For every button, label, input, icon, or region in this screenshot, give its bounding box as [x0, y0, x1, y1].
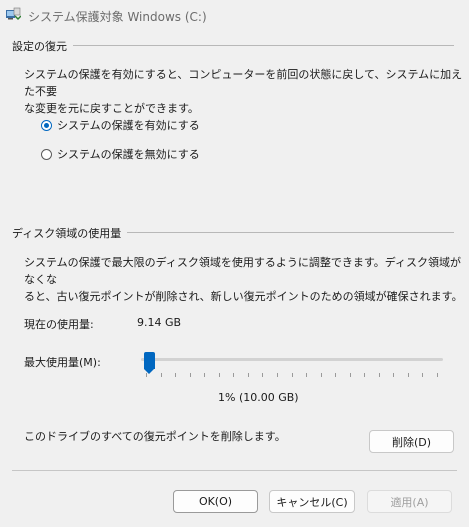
system-protection-icon — [6, 7, 21, 21]
footer-separator — [12, 470, 457, 471]
cancel-button[interactable]: キャンセル(C) — [269, 490, 355, 513]
slider-tick — [335, 373, 336, 377]
disk-usage-label: ディスク領域の使用量 — [12, 225, 128, 241]
restore-description-line-1: システムの保護を有効にすると、コンピューターを前回の状態に戻して、システムに加え… — [24, 68, 463, 98]
slider-tick — [277, 373, 278, 377]
slider-tick — [161, 373, 162, 377]
slider-tick — [204, 373, 205, 377]
disk-usage-description: システムの保護で最大限のディスク領域を使用するように調整できます。ディスク領域が… — [24, 254, 464, 305]
apply-button[interactable]: 適用(A) — [367, 490, 452, 513]
disk-description-line-1: システムの保護で最大限のディスク領域を使用するように調整できます。ディスク領域が… — [24, 256, 462, 286]
system-protection-dialog: システム保護対象 Windows (C:) 設定の復元 システムの保護を有効にす… — [0, 0, 469, 527]
current-usage-label: 現在の使用量: — [24, 318, 94, 331]
slider-tick — [292, 373, 293, 377]
radio-enable-indicator[interactable] — [41, 119, 52, 131]
slider-tick — [408, 373, 409, 377]
delete-button[interactable]: 削除(D) — [369, 430, 454, 453]
slider-tick — [350, 373, 351, 377]
slider-tick — [364, 373, 365, 377]
restore-settings-description: システムの保護を有効にすると、コンピューターを前回の状態に戻して、システムに加え… — [24, 66, 464, 117]
max-usage-value: 1% (10.00 GB) — [218, 391, 299, 404]
radio-disable-indicator[interactable] — [41, 148, 52, 160]
restore-settings-label: 設定の復元 — [12, 38, 73, 54]
current-usage-value: 9.14 GB — [137, 316, 182, 329]
slider-tick — [437, 373, 438, 377]
slider-tick — [175, 373, 176, 377]
slider-tick — [219, 373, 220, 377]
slider-tick — [306, 373, 307, 377]
slider-tick — [379, 373, 380, 377]
radio-disable-label: システムの保護を無効にする — [57, 148, 200, 161]
slider-tick — [248, 373, 249, 377]
max-usage-label: 最大使用量(M): — [24, 356, 101, 369]
slider-tick — [190, 373, 191, 377]
delete-restore-points-text: このドライブのすべての復元ポイントを削除します。 — [24, 430, 286, 443]
radio-enable-protection[interactable]: システムの保護を有効にする — [41, 117, 200, 133]
slider-tick — [422, 373, 423, 377]
max-usage-slider-thumb[interactable] — [144, 352, 155, 374]
restore-description-line-2: な変更を元に戻すことができます。 — [24, 102, 199, 115]
restore-settings-line — [14, 45, 454, 46]
slider-tick — [393, 373, 394, 377]
max-usage-slider-track[interactable] — [141, 358, 443, 361]
radio-disable-protection[interactable]: システムの保護を無効にする — [41, 146, 200, 162]
window-title: システム保護対象 Windows (C:) — [28, 10, 207, 24]
slider-tick — [233, 373, 234, 377]
ok-button[interactable]: OK(O) — [173, 490, 258, 513]
slider-tick — [146, 373, 147, 377]
slider-tick — [321, 373, 322, 377]
title-bar[interactable]: システム保護対象 Windows (C:) — [0, 0, 469, 30]
slider-tick — [262, 373, 263, 377]
radio-enable-label: システムの保護を有効にする — [57, 119, 200, 132]
disk-description-line-2: ると、古い復元ポイントが削除され、新しい復元ポイントのための領域が確保されます。 — [24, 290, 463, 303]
